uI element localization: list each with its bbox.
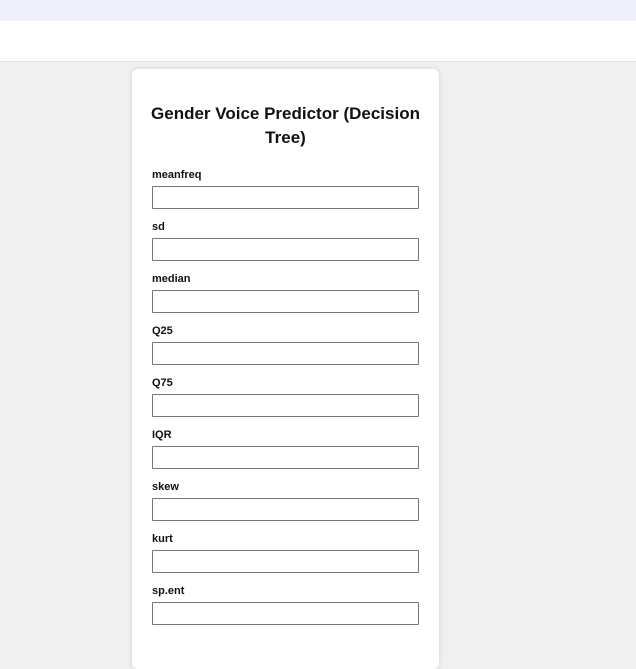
field-median: median xyxy=(152,273,419,325)
kurt-input[interactable] xyxy=(152,550,419,573)
sp-ent-input[interactable] xyxy=(152,602,419,625)
field-sd: sd xyxy=(152,221,419,273)
iqr-input[interactable] xyxy=(152,446,419,469)
field-iqr: IQR xyxy=(152,429,419,481)
q75-input[interactable] xyxy=(152,394,419,417)
meanfreq-label: meanfreq xyxy=(152,169,202,181)
median-input[interactable] xyxy=(152,290,419,313)
field-sp-ent: sp.ent xyxy=(152,585,419,637)
median-label: median xyxy=(152,273,191,285)
sd-label: sd xyxy=(152,221,165,233)
q25-label: Q25 xyxy=(152,325,173,337)
field-skew: skew xyxy=(152,481,419,533)
page-body: Gender Voice Predictor (Decision Tree) m… xyxy=(0,62,636,669)
q25-input[interactable] xyxy=(152,342,419,365)
field-meanfreq: meanfreq xyxy=(152,169,419,221)
browser-tab-bar xyxy=(0,0,636,21)
page-title: Gender Voice Predictor (Decision Tree) xyxy=(151,104,420,147)
predictor-form: meanfreq sd median Q25 Q75 IQR skew kurt… xyxy=(152,169,419,637)
skew-label: skew xyxy=(152,481,179,493)
sd-input[interactable] xyxy=(152,238,419,261)
field-q25: Q25 xyxy=(152,325,419,377)
field-q75: Q75 xyxy=(152,377,419,429)
field-kurt: kurt xyxy=(152,533,419,585)
q75-label: Q75 xyxy=(152,377,173,389)
iqr-label: IQR xyxy=(152,429,172,441)
predictor-card: Gender Voice Predictor (Decision Tree) m… xyxy=(132,69,439,669)
sp-ent-label: sp.ent xyxy=(152,585,185,597)
browser-toolbar xyxy=(0,21,636,62)
skew-input[interactable] xyxy=(152,498,419,521)
kurt-label: kurt xyxy=(152,533,173,545)
meanfreq-input[interactable] xyxy=(152,186,419,209)
